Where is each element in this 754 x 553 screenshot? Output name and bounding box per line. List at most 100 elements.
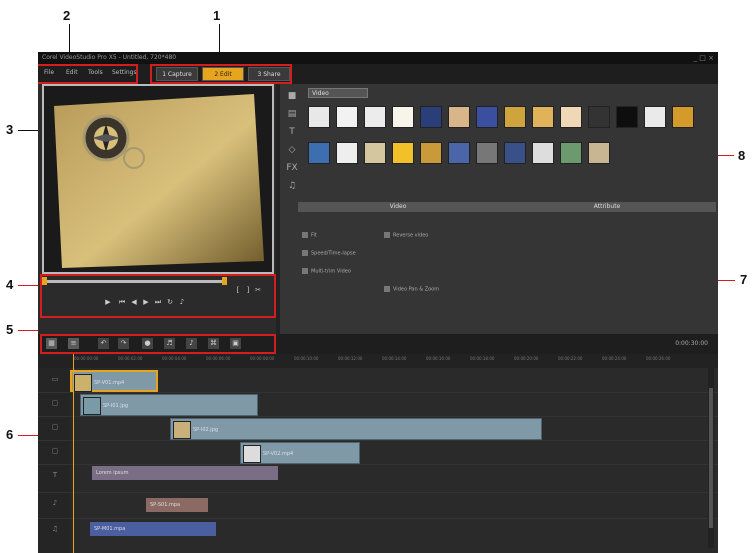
library-thumbnail[interactable] xyxy=(392,106,414,128)
option-reverse-label: Reverse video xyxy=(393,232,429,239)
clip-thumbnail xyxy=(83,397,101,415)
option-fit-label: Fit xyxy=(311,232,317,239)
title-track-icon[interactable]: T xyxy=(50,470,60,480)
library-thumbnail[interactable] xyxy=(476,106,498,128)
library-thumbnail[interactable] xyxy=(588,142,610,164)
callout-7: 7 xyxy=(740,272,748,287)
options-tabs: Video Attribute xyxy=(298,202,716,212)
window-title: Corel VideoStudio Pro X5 - Untitled, 720… xyxy=(42,54,177,61)
library-thumbnail[interactable] xyxy=(588,106,610,128)
library-thumbnail[interactable] xyxy=(448,142,470,164)
overlay-clip-2[interactable]: SP-I02.jpg xyxy=(170,418,542,440)
playhead[interactable] xyxy=(73,354,74,553)
scrollbar-thumb[interactable] xyxy=(709,388,713,528)
track-divider xyxy=(38,440,718,441)
callout-1-box xyxy=(150,64,292,84)
tab-attribute[interactable]: Attribute xyxy=(498,202,716,212)
option-reverse-video[interactable]: Reverse video xyxy=(384,232,428,239)
option-speed-label: Speed/Time-lapse xyxy=(311,250,356,257)
music-clip[interactable]: SP-M01.mpa xyxy=(90,522,216,536)
ruler-tick-label: 00:00:16:00 xyxy=(426,356,451,361)
window-controls[interactable]: _ □ × xyxy=(694,52,714,64)
graphic-icon[interactable]: ♫ xyxy=(286,180,298,192)
library-thumbnail[interactable] xyxy=(336,106,358,128)
library-thumbnail[interactable] xyxy=(364,142,386,164)
callout-2-box xyxy=(38,64,138,84)
ruler-tick-label: 00:00:08:00 xyxy=(250,356,275,361)
option-fit[interactable]: Fit xyxy=(302,232,317,239)
option-speed[interactable]: Speed/Time-lapse xyxy=(302,250,356,257)
callout-4-box xyxy=(40,274,276,318)
media-icon[interactable]: ■ xyxy=(286,90,298,102)
video-clip[interactable]: SP-V01.mp4 xyxy=(70,370,158,392)
timeline-scrollbar[interactable] xyxy=(708,368,714,548)
library-thumbnail[interactable] xyxy=(392,142,414,164)
callout-8: 8 xyxy=(738,148,746,163)
overlay-clip-3[interactable]: SP-V02.mp4 xyxy=(240,442,360,464)
timeline-ruler[interactable]: 00:00:00:00 00:00:02:00 00:00:04:00 00:00:0… xyxy=(38,354,718,369)
library-thumbnail[interactable] xyxy=(336,142,358,164)
library-thumbnail[interactable] xyxy=(672,106,694,128)
library-thumbnail[interactable] xyxy=(616,106,638,128)
library-thumbnail[interactable] xyxy=(364,106,386,128)
library-thumbnail[interactable] xyxy=(476,142,498,164)
library-dropdown[interactable]: Video xyxy=(308,88,368,98)
multi-trim-icon xyxy=(302,268,308,274)
callout-5-box xyxy=(40,334,276,354)
track-divider xyxy=(38,392,718,393)
transition-icon[interactable]: ◇ xyxy=(286,144,298,156)
library-thumbnail[interactable] xyxy=(420,106,442,128)
clip-thumbnail xyxy=(173,421,191,439)
instant-project-icon[interactable]: ▤ xyxy=(286,108,298,120)
ruler-tick-label: 00:00:02:00 xyxy=(118,356,143,361)
filter-icon[interactable]: FX xyxy=(286,162,298,174)
library-thumbnail[interactable] xyxy=(560,142,582,164)
option-pan-zoom[interactable]: Video Pan & Zoom xyxy=(384,286,439,293)
library-panel: ■ ▤ T ◇ FX ♫ Video Video Attribute Fit R… xyxy=(280,84,718,334)
overlay-track-3-icon[interactable]: ▢ xyxy=(50,446,60,456)
library-thumbnail[interactable] xyxy=(532,142,554,164)
library-thumbnail[interactable] xyxy=(560,106,582,128)
voice-clip[interactable]: SP-S01.mpa xyxy=(146,498,208,512)
ruler-tick-label: 00:00:00:00 xyxy=(74,356,99,361)
option-multi-trim[interactable]: Multi-trim Video xyxy=(302,268,351,275)
clip-label: SP-V01.mp4 xyxy=(94,380,125,386)
music-track-icon[interactable]: ♫ xyxy=(50,524,60,534)
library-thumbnail[interactable] xyxy=(504,142,526,164)
clip-label: SP-I02.jpg xyxy=(193,427,219,433)
ruler-tick-label: 00:00:12:00 xyxy=(338,356,363,361)
library-thumbnail[interactable] xyxy=(448,106,470,128)
overlay-clip-1[interactable]: SP-I01.jpg xyxy=(80,394,258,416)
overlay-track-2-icon[interactable]: ▢ xyxy=(50,422,60,432)
title-clip[interactable]: Lorem ipsum xyxy=(92,466,278,480)
clip-label: SP-V02.mp4 xyxy=(263,451,294,457)
tab-video[interactable]: Video xyxy=(298,202,498,212)
timeline-tracks: ▭ ▢ ▢ ▢ T ♪ ♫ SP-V01.mp4 SP-I01.jpg SP-I… xyxy=(38,368,718,553)
library-thumbnail[interactable] xyxy=(504,106,526,128)
library-thumbnail[interactable] xyxy=(420,142,442,164)
video-track-icon[interactable]: ▭ xyxy=(50,374,60,384)
track-headers: ▭ ▢ ▢ ▢ T ♪ ♫ xyxy=(38,368,70,553)
library-thumbnail[interactable] xyxy=(532,106,554,128)
track-divider xyxy=(38,416,718,417)
track-divider xyxy=(38,518,718,519)
callout-4: 4 xyxy=(6,277,14,292)
callout-2: 2 xyxy=(63,8,71,23)
video-editor-window: Corel VideoStudio Pro X5 - Untitled, 720… xyxy=(38,52,718,553)
voice-track-icon[interactable]: ♪ xyxy=(50,498,60,508)
callout-5-leader xyxy=(18,330,40,331)
overlay-track-1-icon[interactable]: ▢ xyxy=(50,398,60,408)
fit-icon xyxy=(302,232,308,238)
ruler-tick-label: 00:00:04:00 xyxy=(162,356,187,361)
ruler-tick-label: 00:00:22:00 xyxy=(558,356,583,361)
clip-thumbnail xyxy=(243,445,261,463)
speed-icon xyxy=(302,250,308,256)
library-thumbnail[interactable] xyxy=(308,106,330,128)
library-thumbnail[interactable] xyxy=(308,142,330,164)
clip-thumbnail xyxy=(74,374,92,392)
ruler-tick-label: 00:00:24:00 xyxy=(602,356,627,361)
library-thumbnail[interactable] xyxy=(644,106,666,128)
title-icon[interactable]: T xyxy=(286,126,298,138)
track-divider xyxy=(38,464,718,465)
menu-bar: File Edit Tools Settings 1 Capture 2 Edi… xyxy=(38,64,718,84)
